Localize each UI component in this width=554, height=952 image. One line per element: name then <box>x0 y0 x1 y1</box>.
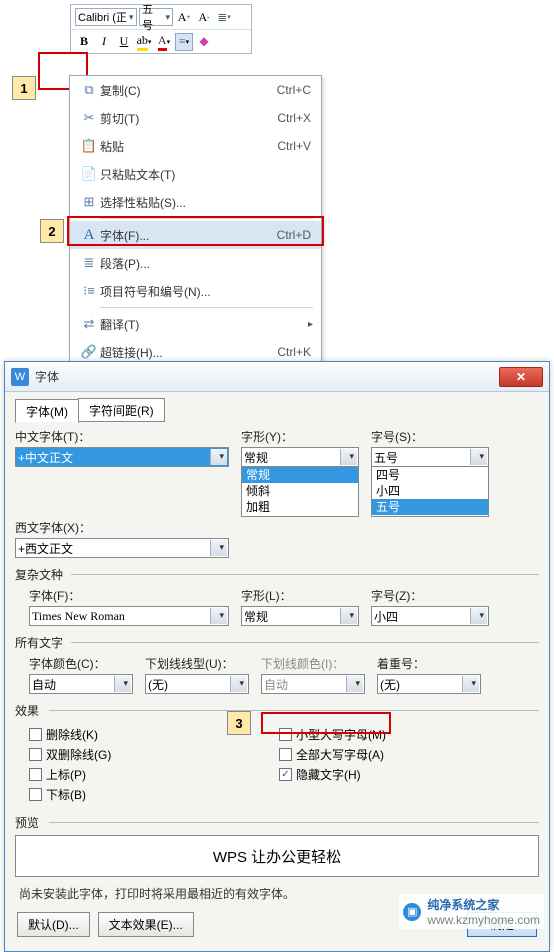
ctx-translate[interactable]: ⇄翻译(T) <box>70 310 321 338</box>
cut-icon: ✂ <box>78 110 100 126</box>
c-style-label: 字形(L)： <box>241 587 359 604</box>
ctx-paragraph[interactable]: ≣段落(P)... <box>70 249 321 277</box>
close-button[interactable]: ✕ <box>499 367 543 387</box>
c-size-label: 字号(Z)： <box>371 587 489 604</box>
emphasis-label: 着重号： <box>377 655 481 672</box>
default-button[interactable]: 默认(D)... <box>17 912 90 937</box>
ctx-copy[interactable]: ⧉复制(C)Ctrl+C <box>70 76 321 104</box>
shrink-font-button[interactable]: A- <box>195 8 213 26</box>
allcaps-checkbox[interactable]: 全部大写字母(A) <box>279 746 489 763</box>
all-text-label: 所有文字 <box>15 634 539 651</box>
format-painter-button[interactable]: ◆ <box>195 33 213 51</box>
grow-font-button[interactable]: A+ <box>175 8 193 26</box>
ctx-cut[interactable]: ✂剪切(T)Ctrl+X <box>70 104 321 132</box>
underline-button[interactable]: U <box>115 33 133 51</box>
bold-button[interactable]: B <box>75 33 93 51</box>
color-label: 字体颜色(C)： <box>29 655 133 672</box>
list-item[interactable]: 四号 <box>372 467 488 483</box>
style-combo[interactable]: 常规 <box>241 447 359 467</box>
step-marker-3: 3 <box>227 711 251 735</box>
watermark-brand: 纯净系统之家 <box>427 896 540 913</box>
cn-font-combo[interactable]: +中文正文 <box>15 447 229 467</box>
highlight-box-3 <box>261 712 391 734</box>
emphasis-combo[interactable]: (无) <box>377 674 481 694</box>
underline-color-combo: 自动 <box>261 674 365 694</box>
paste-icon: 📋 <box>78 138 100 154</box>
ctx-bullets[interactable]: ⁝≡项目符号和编号(N)... <box>70 277 321 305</box>
preview-box: WPS 让办公更轻松 <box>15 835 539 877</box>
c-size-combo[interactable]: 小四 <box>371 606 489 626</box>
c-style-combo[interactable]: 常规 <box>241 606 359 626</box>
highlight-button[interactable]: ab▾ <box>135 33 153 51</box>
list-item[interactable]: 加粗 <box>242 499 358 515</box>
font-color-button[interactable]: A▾ <box>155 33 173 51</box>
italic-button[interactable]: I <box>95 33 113 51</box>
tab-font[interactable]: 字体(M) <box>15 399 79 423</box>
cn-font-label: 中文字体(T)： <box>15 428 229 445</box>
link-icon: 🔗 <box>78 344 100 360</box>
tab-spacing[interactable]: 字符间距(R) <box>78 398 165 422</box>
dialog-tabs: 字体(M) 字符间距(R) <box>15 398 539 422</box>
step-marker-1: 1 <box>12 76 36 100</box>
size-listbox[interactable]: 四号 小四 五号 <box>371 467 489 517</box>
c-font-combo[interactable]: Times New Roman <box>29 606 229 626</box>
double-strike-checkbox[interactable]: 双删除线(G) <box>29 746 259 763</box>
translate-icon: ⇄ <box>78 316 100 332</box>
align-button[interactable]: ≡▾ <box>175 33 193 51</box>
en-font-label: 西文字体(X)： <box>15 519 229 536</box>
font-selector[interactable]: Calibri (正 <box>75 8 137 26</box>
line-spacing-button[interactable]: ≣▾ <box>215 8 233 26</box>
list-item[interactable]: 小四 <box>372 483 488 499</box>
list-item[interactable]: 倾斜 <box>242 483 358 499</box>
dialog-titlebar: W 字体 ✕ <box>5 362 549 392</box>
font-dialog: W 字体 ✕ 字体(M) 字符间距(R) 中文字体(T)： +中文正文 字形(Y… <box>4 361 550 952</box>
underline-color-label: 下划线颜色(I)： <box>261 655 365 672</box>
list-item[interactable]: 五号 <box>372 499 488 515</box>
list-item[interactable]: 常规 <box>242 467 358 483</box>
paragraph-icon: ≣ <box>78 255 100 271</box>
ctx-separator <box>100 307 313 308</box>
copy-icon: ⧉ <box>78 82 100 98</box>
ctx-paste-special[interactable]: ⊞选择性粘贴(S)... <box>70 188 321 216</box>
ctx-paste[interactable]: 📋粘贴Ctrl+V <box>70 132 321 160</box>
mini-toolbar: Calibri (正 五号 A+ A- ≣▾ B I U ab▾ A▾ ≡▾ ◆ <box>70 4 252 54</box>
text-effect-button[interactable]: 文本效果(E)... <box>98 912 194 937</box>
underline-style-combo[interactable]: (无) <box>145 674 249 694</box>
watermark-url: www.kzmyhome.com <box>427 913 540 927</box>
ctx-paste-text[interactable]: 📄只粘贴文本(T) <box>70 160 321 188</box>
highlight-box-2 <box>67 216 324 246</box>
size-combo[interactable]: 五号 <box>371 447 489 467</box>
strike-checkbox[interactable]: 删除线(K) <box>29 726 259 743</box>
complex-script-label: 复杂文种 <box>15 566 539 583</box>
underline-style-label: 下划线线型(U)： <box>145 655 249 672</box>
preview-label: 预览 <box>15 814 539 831</box>
font-color-combo[interactable]: 自动 <box>29 674 133 694</box>
app-logo: W <box>11 368 29 386</box>
dialog-title: 字体 <box>35 368 499 385</box>
paste-special-icon: ⊞ <box>78 194 100 210</box>
font-value: Calibri (正 <box>78 9 127 25</box>
watermark: ▣ 纯净系统之家 www.kzmyhome.com <box>399 894 544 929</box>
bullets-icon: ⁝≡ <box>78 283 100 299</box>
size-selector[interactable]: 五号 <box>139 8 173 26</box>
superscript-checkbox[interactable]: 上标(P) <box>29 766 259 783</box>
style-label: 字形(Y)： <box>241 428 359 445</box>
c-font-label: 字体(F)： <box>29 587 229 604</box>
size-value: 五号 <box>142 1 163 33</box>
en-font-combo[interactable]: +西文正文 <box>15 538 229 558</box>
step-marker-2: 2 <box>40 219 64 243</box>
style-listbox[interactable]: 常规 倾斜 加粗 <box>241 467 359 517</box>
paste-text-icon: 📄 <box>78 166 100 182</box>
hidden-checkbox[interactable]: 隐藏文字(H) <box>279 766 489 783</box>
size-label: 字号(S)： <box>371 428 489 445</box>
subscript-checkbox[interactable]: 下标(B) <box>29 786 259 803</box>
watermark-logo: ▣ <box>403 903 421 921</box>
